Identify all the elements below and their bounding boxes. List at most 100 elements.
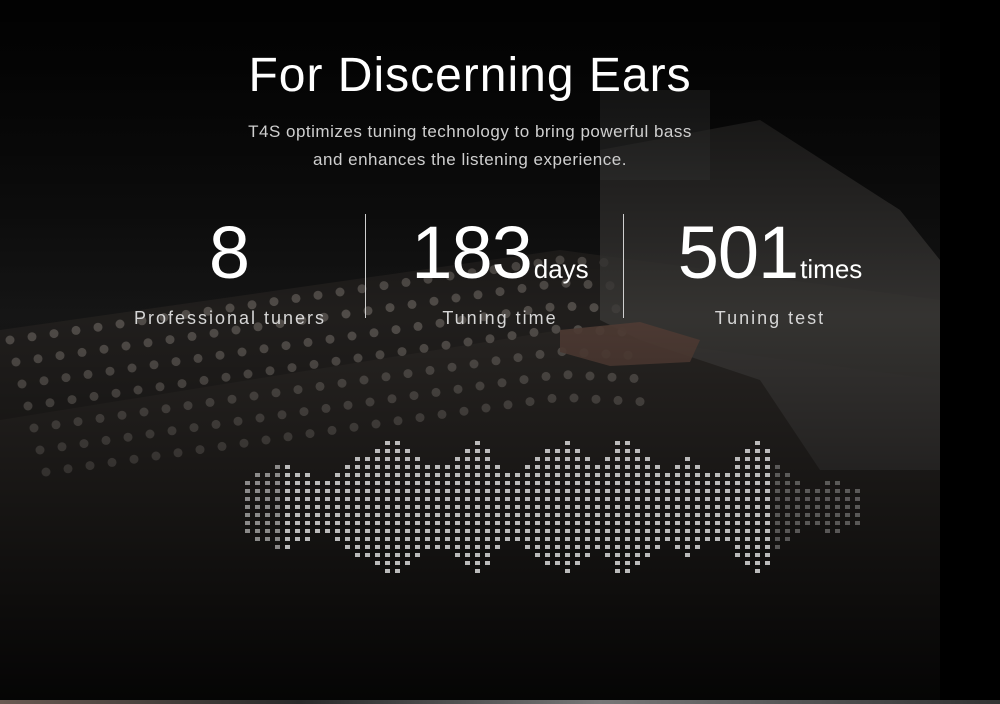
waveform-dot <box>555 553 560 557</box>
waveform-dot <box>785 529 790 533</box>
waveform-dot <box>775 489 780 493</box>
waveform-dot <box>625 497 630 501</box>
waveform-dot <box>745 497 750 501</box>
waveform-dot <box>465 449 470 453</box>
waveform-dot <box>685 529 690 533</box>
waveform-dot <box>395 481 400 485</box>
waveform-dot <box>555 497 560 501</box>
waveform-dot <box>525 529 530 533</box>
waveform-dot <box>595 489 600 493</box>
waveform-dot <box>295 473 300 477</box>
waveform-dot <box>565 561 570 565</box>
waveform-dot <box>665 473 670 477</box>
waveform-dot <box>525 481 530 485</box>
waveform-dot <box>385 449 390 453</box>
waveform-dot <box>595 481 600 485</box>
waveform-dot <box>685 553 690 557</box>
waveform-dot <box>375 473 380 477</box>
waveform-dot <box>325 529 330 533</box>
waveform-dot <box>825 521 830 525</box>
waveform-dot <box>265 497 270 501</box>
waveform-dot <box>465 457 470 461</box>
waveform-dot <box>795 529 800 533</box>
waveform-dot <box>565 545 570 549</box>
waveform-dot <box>615 545 620 549</box>
waveform-dot <box>295 489 300 493</box>
waveform-dot <box>345 497 350 501</box>
waveform-dot <box>625 449 630 453</box>
waveform-dot <box>745 489 750 493</box>
waveform-dot <box>705 481 710 485</box>
waveform-dot <box>475 545 480 549</box>
waveform-dot <box>485 529 490 533</box>
waveform-dot <box>645 545 650 549</box>
waveform-dot <box>805 489 810 493</box>
waveform-dot <box>275 537 280 541</box>
waveform-dot <box>665 497 670 501</box>
waveform-dot <box>665 529 670 533</box>
waveform-dot <box>585 545 590 549</box>
waveform-dot <box>585 521 590 525</box>
waveform-dot <box>335 473 340 477</box>
waveform-dot <box>375 545 380 549</box>
waveform-dot <box>515 505 520 509</box>
waveform-dot <box>735 489 740 493</box>
waveform-dot <box>445 529 450 533</box>
waveform-dot <box>385 489 390 493</box>
waveform-dot <box>355 505 360 509</box>
waveform-dot <box>495 537 500 541</box>
waveform-dot <box>605 457 610 461</box>
waveform-dot <box>705 473 710 477</box>
waveform-dot <box>445 505 450 509</box>
waveform-dot <box>485 505 490 509</box>
waveform-dot <box>645 457 650 461</box>
waveform-dot <box>565 441 570 445</box>
waveform-dot <box>295 481 300 485</box>
waveform-dot <box>685 505 690 509</box>
waveform-dot <box>455 553 460 557</box>
waveform-dot <box>395 449 400 453</box>
waveform-dot <box>295 505 300 509</box>
waveform-dot <box>405 553 410 557</box>
waveform-dot <box>315 513 320 517</box>
waveform-dot <box>555 465 560 469</box>
waveform-dot <box>455 457 460 461</box>
waveform-dot <box>625 481 630 485</box>
waveform-dot <box>565 505 570 509</box>
waveform-dot <box>525 513 530 517</box>
waveform-dot <box>405 537 410 541</box>
waveform-dot <box>845 489 850 493</box>
waveform-dot <box>735 537 740 541</box>
waveform-dot <box>425 481 430 485</box>
waveform-dot <box>565 569 570 573</box>
waveform-dot <box>825 529 830 533</box>
waveform-dot <box>665 513 670 517</box>
waveform-dot <box>555 513 560 517</box>
waveform-dot <box>575 449 580 453</box>
waveform-dot <box>455 545 460 549</box>
waveform-dot <box>555 537 560 541</box>
waveform-dot <box>855 489 860 493</box>
page-title: For Discerning Ears <box>248 49 692 102</box>
waveform-dot <box>725 489 730 493</box>
waveform-dot <box>365 465 370 469</box>
waveform-dot <box>365 521 370 525</box>
waveform-dot <box>345 545 350 549</box>
subtitle-line-2: and enhances the listening experience. <box>313 150 627 169</box>
waveform-dot <box>405 465 410 469</box>
waveform-dot <box>355 457 360 461</box>
waveform-dot <box>505 521 510 525</box>
waveform-dot <box>335 521 340 525</box>
waveform-dot <box>555 481 560 485</box>
waveform-dot <box>375 553 380 557</box>
waveform-dot <box>685 489 690 493</box>
waveform-dot <box>405 521 410 525</box>
waveform-dot <box>445 473 450 477</box>
waveform-dot <box>615 529 620 533</box>
waveform-dot <box>645 489 650 493</box>
waveform-dot <box>505 505 510 509</box>
waveform-dot <box>485 553 490 557</box>
waveform-dot <box>575 561 580 565</box>
waveform-dot <box>445 537 450 541</box>
waveform-dot <box>545 457 550 461</box>
